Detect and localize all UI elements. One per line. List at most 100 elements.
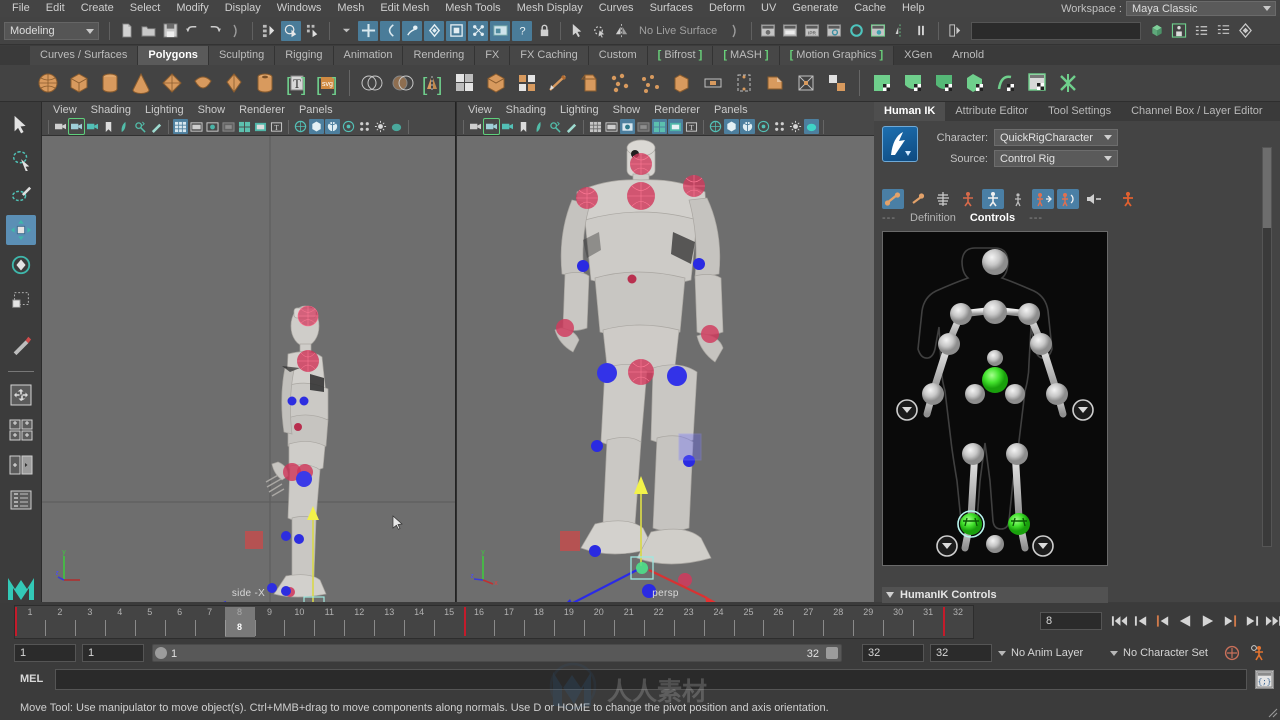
command-input[interactable]: [55, 669, 1247, 690]
resolution-gate-icon[interactable]: [205, 119, 220, 134]
play-forwards-button[interactable]: [1198, 611, 1217, 631]
uv-planar-icon[interactable]: [899, 69, 927, 97]
resolution-gate-icon[interactable]: [620, 119, 635, 134]
render-view-button[interactable]: [490, 20, 510, 41]
smooth-shade-wireframe-icon[interactable]: [740, 119, 755, 134]
textured-shading-icon[interactable]: [341, 119, 356, 134]
attribute-list-icon[interactable]: [1213, 21, 1233, 41]
shelf-tab-xgen[interactable]: XGen: [894, 46, 942, 65]
tab-channel-box-layer-editor[interactable]: Channel Box / Layer Editor: [1121, 102, 1272, 121]
select-tool[interactable]: [6, 110, 36, 140]
lasso-select-tool[interactable]: [6, 145, 36, 175]
viewport-menu-show[interactable]: Show: [191, 102, 233, 118]
film-gate-icon[interactable]: [189, 119, 204, 134]
character-orange-icon[interactable]: [1117, 189, 1139, 209]
shelf-tab-fx-caching[interactable]: FX Caching: [510, 46, 589, 65]
playback-start-time-field[interactable]: 1: [82, 644, 144, 662]
shelf-tab-animation[interactable]: Animation: [333, 46, 404, 65]
subtab-definition[interactable]: Definition: [910, 212, 956, 224]
textured-shading-icon[interactable]: [756, 119, 771, 134]
human-ik-logo[interactable]: [882, 126, 918, 162]
polygon-prism-icon[interactable]: [220, 69, 248, 97]
render-current-frame-button[interactable]: [758, 21, 778, 41]
image-plane-icon[interactable]: [117, 119, 132, 134]
step-back-keyframe-button[interactable]: [1132, 611, 1151, 631]
menu-select[interactable]: Select: [122, 0, 169, 17]
quadrangulate-icon[interactable]: [823, 69, 851, 97]
step-forward-frame-button[interactable]: [1220, 611, 1239, 631]
hardware-texturing-icon[interactable]: [357, 119, 372, 134]
snap-to-curve-button[interactable]: [380, 20, 400, 41]
text-display-icon[interactable]: T: [684, 119, 699, 134]
two-pane-layout[interactable]: [6, 450, 36, 480]
select-by-object-button[interactable]: [281, 20, 301, 41]
human-ik-scrollbar[interactable]: [1262, 147, 1272, 547]
chevron-down-icon[interactable]: [336, 21, 356, 41]
polygon-plane-icon[interactable]: [158, 69, 186, 97]
gate-mask-icon[interactable]: [221, 119, 236, 134]
anim-layer-dropdown[interactable]: No Anim Layer: [998, 644, 1083, 662]
tab-tool-settings[interactable]: Tool Settings: [1038, 102, 1121, 121]
viewport-menu-panels[interactable]: Panels: [292, 102, 340, 118]
smooth-shade-all-icon[interactable]: [724, 119, 739, 134]
select-tool-status-icon[interactable]: [567, 21, 587, 41]
polygon-sphere-icon[interactable]: [34, 69, 62, 97]
skeleton-icon[interactable]: [932, 189, 954, 209]
camera-attributes-icon[interactable]: [68, 118, 85, 135]
new-scene-button[interactable]: [116, 21, 136, 41]
uv-auto-icon[interactable]: [868, 69, 896, 97]
channel-box-toggle-icon[interactable]: [1235, 21, 1255, 41]
text-display-icon[interactable]: T: [269, 119, 284, 134]
rotate-tool[interactable]: [6, 250, 36, 280]
use-all-lights-icon[interactable]: [788, 119, 803, 134]
shelf-tab-rigging[interactable]: Rigging: [275, 46, 334, 65]
bone-single-icon[interactable]: [907, 189, 929, 209]
character-set-icon[interactable]: [1169, 21, 1189, 41]
toggle-render-region-button[interactable]: [890, 21, 910, 41]
mute-icon[interactable]: [1082, 189, 1104, 209]
grease-pencil-icon[interactable]: [564, 119, 579, 134]
range-slider-bar[interactable]: 1 32: [152, 644, 842, 662]
xray-toggle-icon[interactable]: [652, 119, 667, 134]
menu-modify[interactable]: Modify: [168, 0, 216, 17]
grid-toggle-icon[interactable]: [588, 119, 603, 134]
character-dropdown[interactable]: QuickRigCharacter: [994, 129, 1118, 146]
menu-windows[interactable]: Windows: [269, 0, 330, 17]
menu-uv[interactable]: UV: [753, 0, 784, 17]
twoD-pan-zoom-icon[interactable]: [133, 119, 148, 134]
paint-select-tool[interactable]: [6, 180, 36, 210]
wireframe-shading-icon[interactable]: [293, 119, 308, 134]
auto-key-button[interactable]: [1224, 645, 1240, 664]
uv-cylindrical-icon[interactable]: [930, 69, 958, 97]
polygon-cone-icon[interactable]: [127, 69, 155, 97]
bone-definition-icon[interactable]: [882, 189, 904, 209]
bookmark-camera-icon[interactable]: [85, 119, 100, 134]
render-settings-button[interactable]: [824, 21, 844, 41]
shadows-icon[interactable]: [389, 119, 404, 134]
viewport-menu-lighting[interactable]: Lighting: [553, 102, 606, 118]
human-ik-character-figure[interactable]: [882, 231, 1108, 566]
shadows-icon[interactable]: [804, 119, 819, 134]
poke-face-icon[interactable]: [792, 69, 820, 97]
humanik-controls-section-header[interactable]: HumanIK Controls: [882, 587, 1108, 603]
go-to-end-button[interactable]: [1264, 611, 1280, 631]
script-editor-button[interactable]: {;}: [1255, 670, 1274, 689]
quick-search-field[interactable]: [971, 21, 1142, 40]
animation-end-time-field[interactable]: 32: [930, 644, 992, 662]
collapse-section-icon-2[interactable]: [725, 21, 745, 41]
character-definition-icon[interactable]: [957, 189, 979, 209]
render-diagnostics-button[interactable]: [912, 21, 932, 41]
viewport-menu-shading[interactable]: Shading: [499, 102, 553, 118]
menu-curves[interactable]: Curves: [591, 0, 642, 17]
scrollbar-thumb[interactable]: [1263, 148, 1271, 228]
bevel-icon[interactable]: [575, 69, 603, 97]
menu-set-dropdown[interactable]: Modeling: [4, 21, 99, 40]
polygon-cylinder-icon[interactable]: [96, 69, 124, 97]
character-small-icon[interactable]: [1007, 189, 1029, 209]
viewport-menu-lighting[interactable]: Lighting: [138, 102, 191, 118]
image-plane-icon[interactable]: [532, 119, 547, 134]
uv-layout-icon[interactable]: [1054, 69, 1082, 97]
merge-vertices-tool-icon[interactable]: [637, 69, 665, 97]
snap-to-view-planes-button[interactable]: [446, 20, 466, 41]
source-dropdown[interactable]: Control Rig: [994, 150, 1118, 167]
